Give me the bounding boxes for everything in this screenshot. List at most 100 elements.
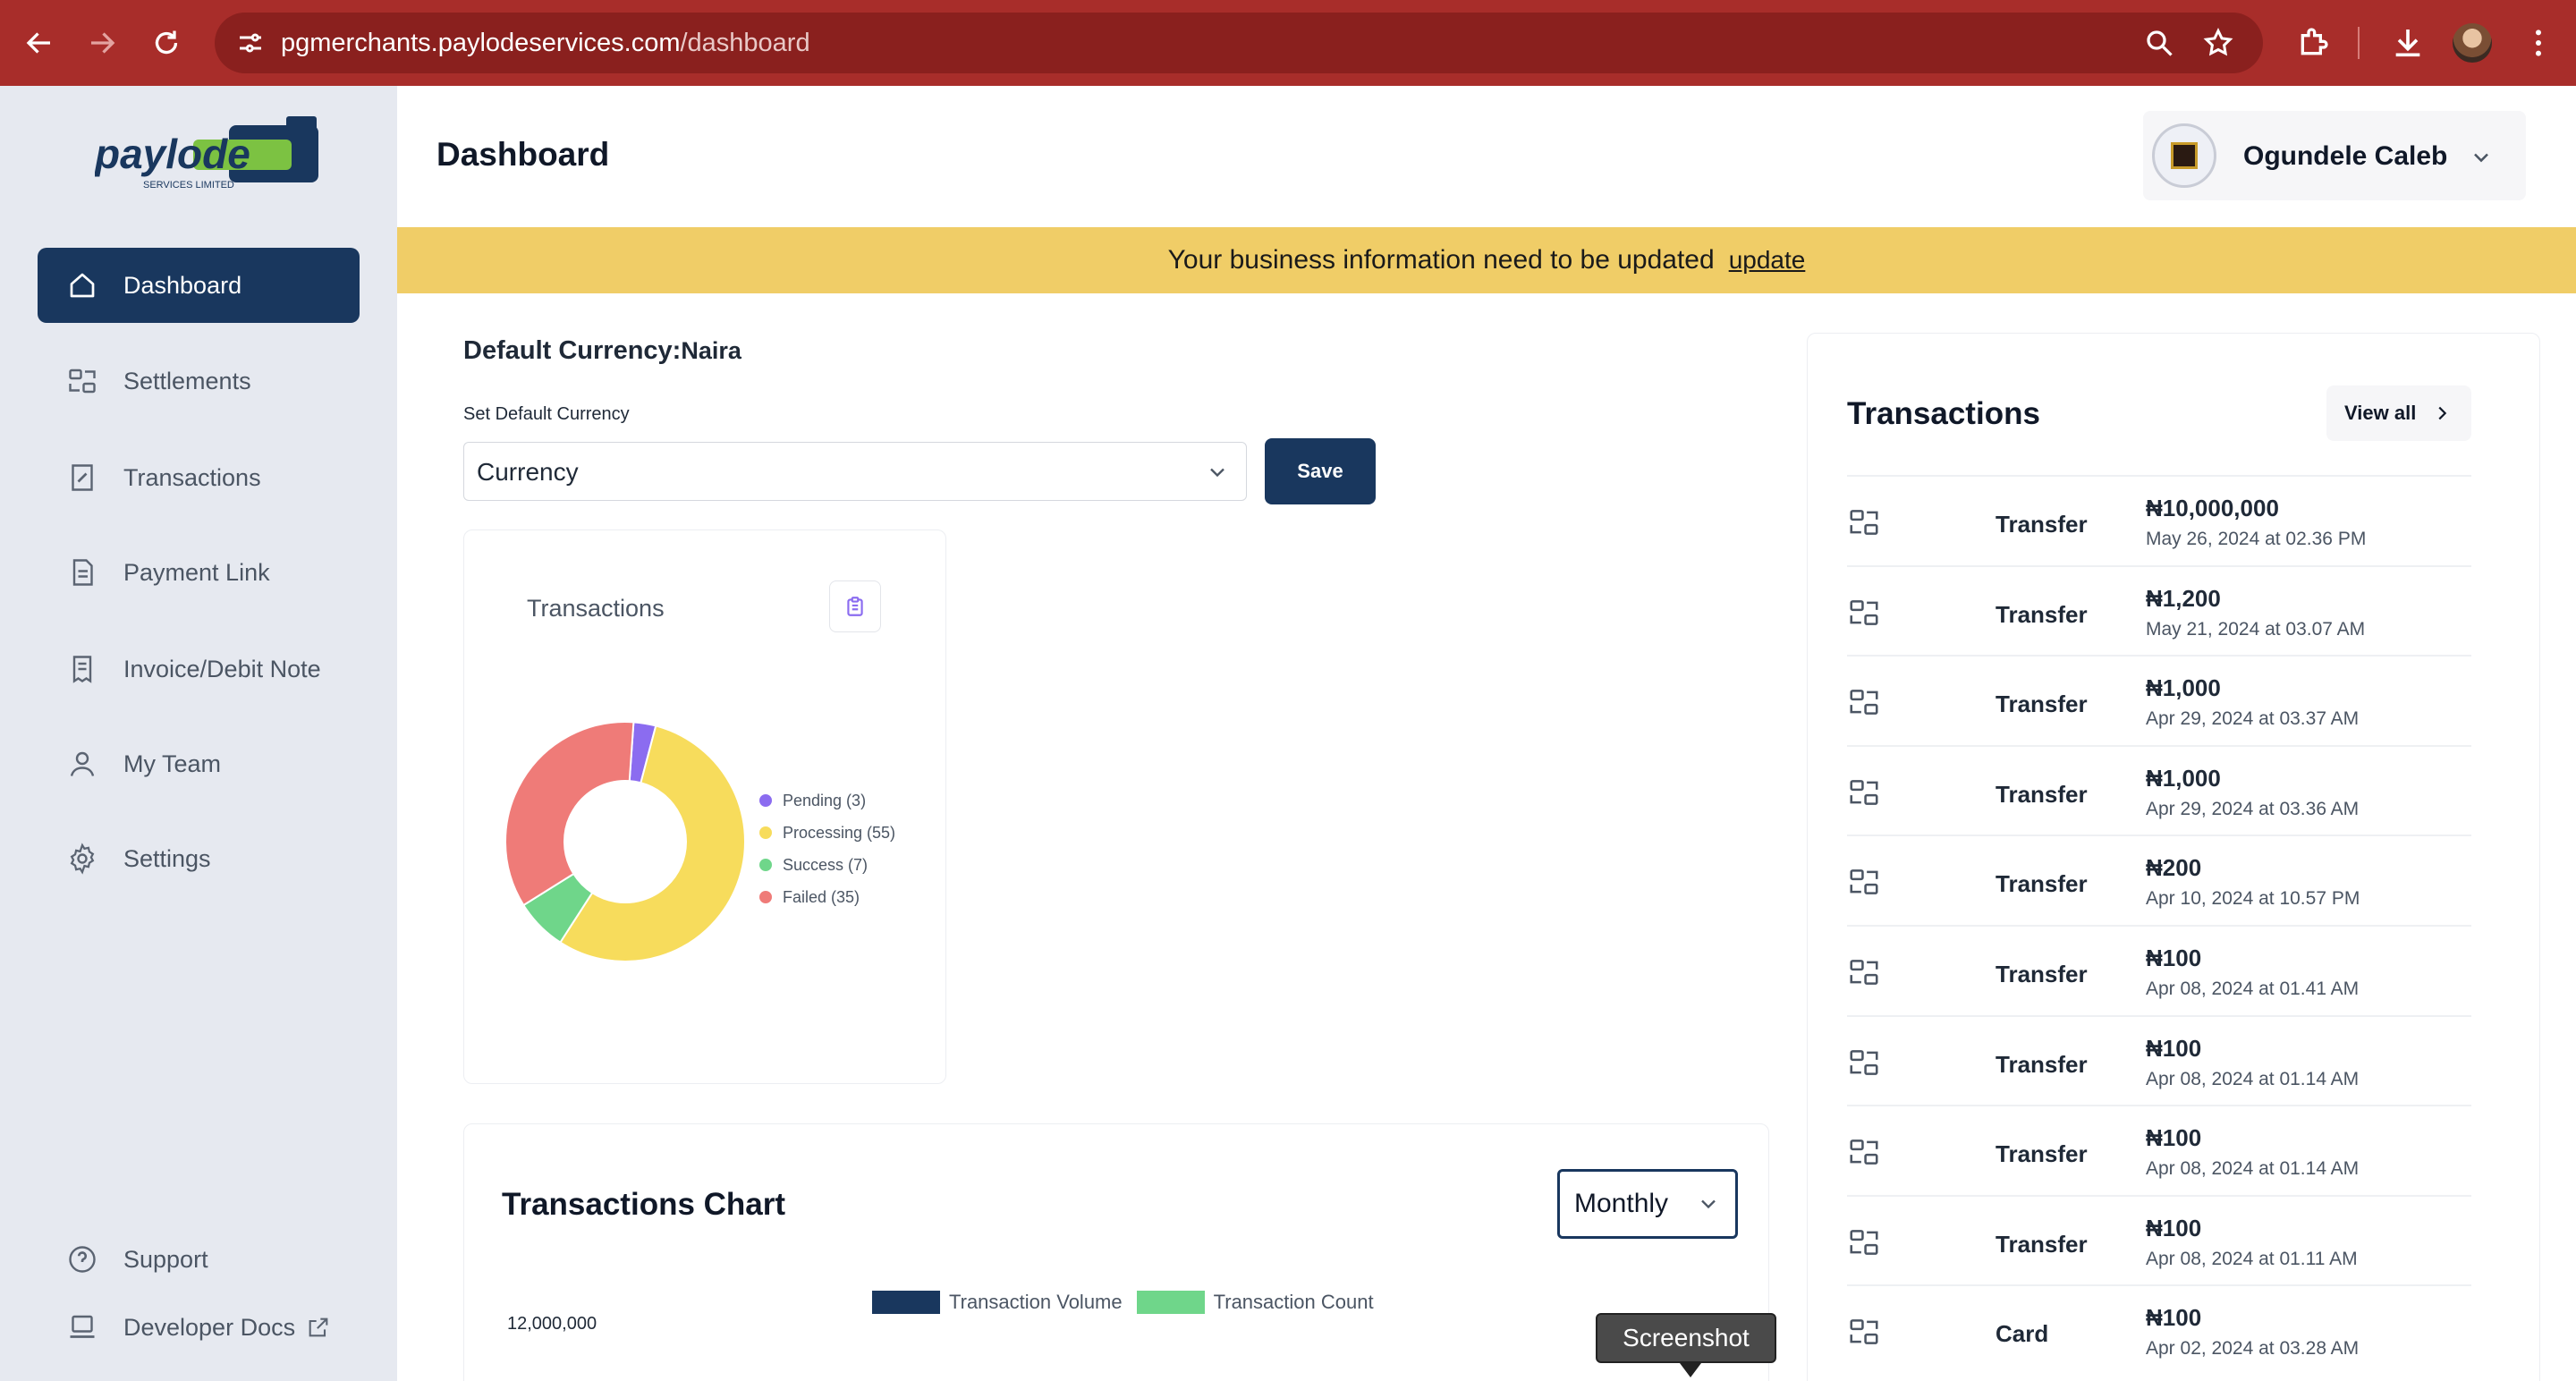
transaction-row[interactable]: Transfer ₦200 Apr 10, 2024 at 10.57 PM [1847, 835, 2471, 924]
legend-dot [759, 794, 772, 807]
logo-subtext: SERVICES LIMITED [143, 180, 234, 191]
transaction-row[interactable]: Transfer ₦100 Apr 08, 2024 at 01.14 AM [1847, 1105, 2471, 1194]
sidebar-item-settlements[interactable]: Settlements [38, 343, 360, 419]
sidebar-item-support[interactable]: Support [38, 1222, 360, 1297]
sidebar-item-label: My Team [123, 750, 222, 777]
transaction-type: Transfer [1996, 780, 2088, 808]
transaction-type-icon [1847, 775, 1881, 809]
default-currency-value: Naira [681, 337, 741, 364]
chevron-down-icon[interactable] [2469, 145, 2494, 170]
transaction-amount: ₦100 [2146, 1304, 2202, 1332]
legend-item-volume[interactable]: Transaction Volume [872, 1291, 1123, 1314]
user-name[interactable]: Ogundele Caleb [2243, 141, 2447, 172]
transaction-type: Transfer [1996, 690, 2088, 718]
donut-chart [504, 721, 746, 962]
transaction-row[interactable]: Card ₦100 Apr 02, 2024 at 03.28 AM [1847, 1284, 2471, 1374]
transaction-date: Apr 29, 2024 at 03.36 AM [2146, 798, 2360, 819]
forward-icon[interactable] [82, 23, 122, 63]
legend-label: Transaction Count [1213, 1291, 1374, 1313]
url-text[interactable]: pgmerchants.paylodeservices.com/dashboar… [281, 13, 810, 73]
transaction-type-icon [1847, 1046, 1881, 1080]
transaction-amount: ₦100 [2146, 1034, 2202, 1062]
transaction-amount: ₦200 [2146, 854, 2202, 882]
help-icon [64, 1241, 100, 1277]
sidebar-item-dashboard[interactable]: Dashboard [38, 248, 360, 323]
transaction-type-icon [1847, 596, 1881, 630]
transaction-date: Apr 02, 2024 at 03.28 AM [2146, 1338, 2360, 1360]
transaction-amount: ₦10,000,000 [2146, 495, 2279, 521]
transaction-date: Apr 29, 2024 at 03.37 AM [2146, 708, 2360, 730]
sidebar-item-my-team[interactable]: My Team [38, 726, 360, 801]
transaction-row[interactable]: Transfer ₦100 Apr 08, 2024 at 01.14 AM [1847, 1014, 2471, 1105]
url-host: pgmerchants.paylodeservices.com [281, 29, 681, 57]
sidebar-item-developer-docs[interactable]: Developer Docs [38, 1290, 360, 1365]
legend-item-failed: Failed (35) [759, 881, 895, 913]
banner-text: Your business information need to be upd… [1167, 245, 1715, 275]
document-icon [64, 555, 100, 590]
legend-label: Processing (55) [783, 823, 896, 842]
transaction-date: Apr 08, 2024 at 01.14 AM [2146, 1158, 2360, 1180]
view-all-label: View all [2344, 402, 2417, 424]
transaction-date: Apr 08, 2024 at 01.41 AM [2146, 979, 2360, 999]
legend-item-processing: Processing (55) [759, 817, 895, 849]
chevron-right-icon [2438, 406, 2447, 420]
browser-toolbar: pgmerchants.paylodeservices.com/dashboar… [0, 0, 2576, 86]
paylode-logo[interactable]: paylode SERVICES LIMITED [95, 116, 320, 191]
avatar[interactable] [2152, 123, 2216, 188]
chart-legend: Transaction Volume Transaction Count [872, 1291, 1388, 1314]
period-select[interactable]: Monthly [1557, 1169, 1738, 1239]
transaction-date: Apr 08, 2024 at 01.14 AM [2146, 1068, 2360, 1089]
logo-text: paylode [95, 131, 250, 177]
transaction-row[interactable]: Transfer ₦100 Apr 08, 2024 at 01.41 AM [1847, 925, 2471, 1014]
back-icon[interactable] [20, 23, 59, 63]
zoom-icon[interactable] [2143, 27, 2175, 59]
sidebar-item-payment-link[interactable]: Payment Link [38, 535, 360, 610]
legend-label: Failed (35) [783, 887, 860, 906]
sidebar-item-label: Payment Link [123, 558, 270, 586]
legend-dot [759, 891, 772, 903]
legend-swatch [872, 1291, 940, 1314]
transaction-row[interactable]: Transfer ₦10,000,000 May 26, 2024 at 02.36… [1847, 475, 2471, 564]
address-bar[interactable]: pgmerchants.paylodeservices.com/dashboar… [215, 13, 2263, 73]
laptop-icon [64, 1309, 100, 1345]
legend-item-count[interactable]: Transaction Count [1136, 1291, 1374, 1314]
transaction-row[interactable]: Transfer ₦1,200 May 21, 2024 at 03.07 AM [1847, 564, 2471, 655]
sidebar-item-invoice[interactable]: Invoice/Debit Note [38, 631, 360, 707]
save-button[interactable]: Save [1265, 438, 1376, 504]
transaction-row[interactable]: Transfer ₦1,000 Apr 29, 2024 at 03.37 AM [1847, 655, 2471, 744]
transaction-type-icon [1847, 505, 1881, 539]
reload-icon[interactable] [147, 23, 186, 63]
download-icon[interactable] [2390, 25, 2426, 61]
transactions-icon [64, 460, 100, 496]
transaction-amount: ₦1,200 [2146, 584, 2221, 612]
clipboard-button[interactable] [829, 580, 881, 632]
transaction-row[interactable]: Transfer ₦100 Apr 08, 2024 at 01.11 AM [1847, 1194, 2471, 1284]
extensions-icon[interactable] [2295, 25, 2331, 61]
transaction-amount: ₦1,000 [2146, 764, 2221, 792]
update-link[interactable]: update [1729, 246, 1806, 275]
transaction-type: Transfer [1996, 511, 2088, 538]
transaction-type: Card [1996, 1320, 2049, 1348]
menu-icon[interactable] [2521, 25, 2556, 61]
sidebar-item-transactions[interactable]: Transactions [38, 440, 360, 515]
gear-icon [64, 841, 100, 877]
legend-item-pending: Pending (3) [759, 784, 895, 817]
chart-title: Transactions Chart [502, 1187, 786, 1222]
url-path: /dashboard [680, 29, 810, 57]
currency-select[interactable]: Currency [463, 442, 1247, 501]
chevron-down-icon [1210, 468, 1224, 478]
profile-avatar[interactable] [2453, 23, 2492, 63]
transaction-row[interactable]: Transfer ₦1,000 Apr 29, 2024 at 03.36 AM [1847, 744, 2471, 835]
transaction-type: Transfer [1996, 1140, 2088, 1168]
transactions-title: Transactions [1847, 396, 2040, 431]
site-settings-icon[interactable] [234, 27, 267, 59]
legend-item-success: Success (7) [759, 849, 895, 881]
legend-label: Success (7) [783, 855, 869, 874]
transaction-date: May 26, 2024 at 02.36 PM [2146, 529, 2367, 549]
user-icon [64, 746, 100, 782]
sidebar-item-settings[interactable]: Settings [38, 821, 360, 896]
external-link-icon [309, 1317, 328, 1337]
bookmark-star-icon[interactable] [2202, 27, 2234, 59]
view-all-button[interactable]: View all [2326, 385, 2471, 441]
period-select-value: Monthly [1574, 1189, 1669, 1218]
